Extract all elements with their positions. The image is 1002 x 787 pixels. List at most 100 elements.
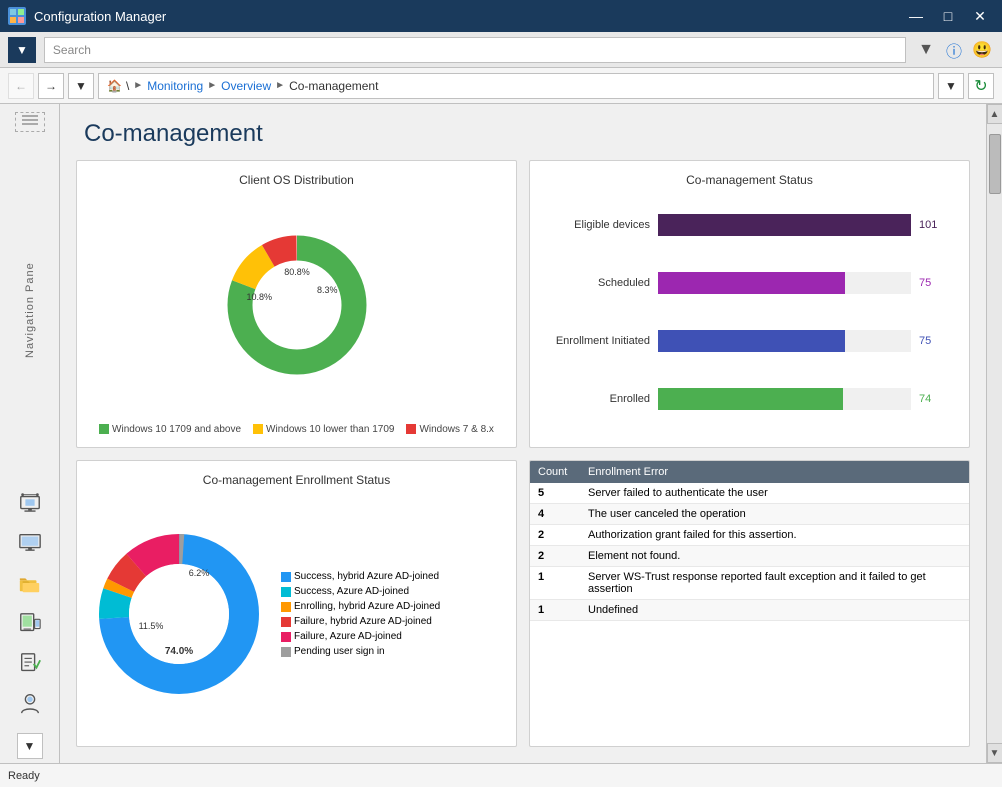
error-cell: Authorization grant failed for this asse… bbox=[580, 524, 969, 545]
client-os-title: Client OS Distribution bbox=[89, 173, 504, 187]
sidebar-scroll-down[interactable]: ▼ bbox=[17, 733, 43, 759]
sidebar-icons bbox=[8, 481, 52, 725]
bar-label: Enrollment Initiated bbox=[550, 335, 650, 347]
maximize-button[interactable]: □ bbox=[934, 6, 962, 26]
error-cell: Undefined bbox=[580, 599, 969, 620]
nav-dropdown-button[interactable]: ▼ bbox=[68, 73, 94, 99]
error-cell: Server WS-Trust response reported fault … bbox=[580, 566, 969, 599]
page-title: Co-management bbox=[60, 104, 986, 160]
minimize-button[interactable]: — bbox=[902, 6, 930, 26]
client-os-donut-svg: 80.8% 8.3% 10.8% bbox=[217, 225, 377, 385]
bar-value: 75 bbox=[919, 277, 949, 289]
bar-value: 74 bbox=[919, 393, 949, 405]
sidebar-label: Navigation Pane bbox=[24, 140, 36, 481]
bar-label: Eligible devices bbox=[550, 219, 650, 231]
title-bar: Configuration Manager — □ ✕ bbox=[0, 0, 1002, 32]
bar-row: Enrollment Initiated75 bbox=[550, 330, 949, 352]
bar-fill bbox=[658, 330, 845, 352]
table-row: 2Element not found. bbox=[530, 545, 969, 566]
sidebar-icon-connections[interactable] bbox=[12, 485, 48, 521]
svg-text:11.5%: 11.5% bbox=[139, 621, 164, 631]
sidebar-icon-folders[interactable] bbox=[12, 565, 48, 601]
comanagement-status-title: Co-management Status bbox=[542, 173, 957, 187]
window-controls: — □ ✕ bbox=[902, 6, 994, 26]
client-os-card: Client OS Distribution 80.8% bbox=[76, 160, 517, 448]
refresh-button[interactable]: ↻ bbox=[968, 73, 994, 99]
enrollment-status-card: Co-management Enrollment Status bbox=[76, 460, 517, 748]
app-menu-arrow: ▼ bbox=[16, 43, 28, 57]
breadcrumb: 🏠 \ ► Monitoring ► Overview ► Co-managem… bbox=[98, 73, 934, 99]
bar-track bbox=[658, 330, 911, 352]
scroll-track bbox=[987, 124, 1002, 743]
breadcrumb-dropdown[interactable]: ▼ bbox=[938, 73, 964, 99]
table-row: 1Undefined bbox=[530, 599, 969, 620]
bar-chart: Eligible devices101 Scheduled 75 Enrollment… bbox=[542, 195, 957, 435]
error-cell: The user canceled the operation bbox=[580, 503, 969, 524]
breadcrumb-root: \ bbox=[126, 79, 129, 93]
search-box[interactable]: Search bbox=[44, 37, 906, 63]
bar-fill bbox=[658, 214, 911, 236]
svg-text:80.8%: 80.8% bbox=[284, 267, 310, 277]
sidebar-handle[interactable] bbox=[15, 112, 45, 132]
count-header: Count bbox=[530, 461, 580, 483]
back-button[interactable]: ← bbox=[8, 73, 34, 99]
comanagement-status-card: Co-management Status Eligible devices101… bbox=[529, 160, 970, 448]
left-sidebar: Navigation Pane bbox=[0, 104, 60, 763]
sidebar-icon-user[interactable] bbox=[12, 685, 48, 721]
breadcrumb-overview[interactable]: Overview bbox=[221, 79, 271, 93]
bar-track bbox=[658, 272, 911, 294]
table-row: 2Authorization grant failed for this ass… bbox=[530, 524, 969, 545]
app-title: Configuration Manager bbox=[34, 9, 166, 24]
right-scrollbar: ▲ ▼ bbox=[986, 104, 1002, 763]
help-icon[interactable]: ⓘ bbox=[942, 38, 966, 62]
forward-button[interactable]: → bbox=[38, 73, 64, 99]
svg-text:8.3%: 8.3% bbox=[317, 285, 338, 295]
nav-bar: ← → ▼ 🏠 \ ► Monitoring ► Overview ► Co-m… bbox=[0, 68, 1002, 104]
bar-row: Eligible devices101 bbox=[550, 214, 949, 236]
table-row: 1Server WS-Trust response reported fault… bbox=[530, 566, 969, 599]
bar-track bbox=[658, 214, 911, 236]
bar-fill bbox=[658, 388, 843, 410]
enrollment-legend: Success, hybrid Azure AD-joined Success,… bbox=[281, 495, 440, 735]
bar-track bbox=[658, 388, 911, 410]
sidebar-icon-tasks[interactable] bbox=[12, 645, 48, 681]
content-area: Co-management Client OS Distribution bbox=[60, 104, 986, 763]
enrollment-donut-svg: 74.0% 11.5% 6.2% bbox=[89, 524, 269, 704]
dashboard: Client OS Distribution 80.8% bbox=[60, 160, 986, 763]
app-menu-dropdown[interactable]: ▼ bbox=[8, 37, 36, 63]
count-cell: 2 bbox=[530, 524, 580, 545]
user-icon[interactable]: 😃 bbox=[970, 38, 994, 62]
close-button[interactable]: ✕ bbox=[966, 6, 994, 26]
error-cell: Server failed to authenticate the user bbox=[580, 483, 969, 504]
sidebar-icon-device[interactable] bbox=[12, 605, 48, 641]
breadcrumb-comanagement: Co-management bbox=[289, 79, 378, 93]
legend-win10-old: Windows 10 lower than 1709 bbox=[253, 424, 394, 435]
error-table: Count Enrollment Error 5Server failed to… bbox=[530, 461, 969, 621]
client-os-donut: 80.8% 8.3% 10.8% bbox=[89, 195, 504, 416]
breadcrumb-monitoring[interactable]: Monitoring bbox=[147, 79, 203, 93]
search-placeholder: Search bbox=[53, 43, 91, 57]
scroll-up-button[interactable]: ▲ bbox=[987, 104, 1002, 124]
bar-label: Scheduled bbox=[550, 277, 650, 289]
sidebar-icon-monitor[interactable] bbox=[12, 525, 48, 561]
error-cell: Element not found. bbox=[580, 545, 969, 566]
menu-bar: ▼ Search ▼ ⓘ 😃 bbox=[0, 32, 1002, 68]
count-cell: 1 bbox=[530, 599, 580, 620]
count-cell: 4 bbox=[530, 503, 580, 524]
scroll-thumb[interactable] bbox=[989, 134, 1001, 194]
table-row: 4The user canceled the operation bbox=[530, 503, 969, 524]
enrollment-error-card: Count Enrollment Error 5Server failed to… bbox=[529, 460, 970, 748]
scroll-down-button[interactable]: ▼ bbox=[987, 743, 1002, 763]
svg-text:10.8%: 10.8% bbox=[246, 292, 272, 302]
svg-text:6.2%: 6.2% bbox=[189, 568, 210, 578]
dropdown-arrow-icon[interactable]: ▼ bbox=[914, 38, 938, 62]
error-header: Enrollment Error bbox=[580, 461, 969, 483]
legend-win7: Windows 7 & 8.x bbox=[406, 424, 493, 435]
count-cell: 5 bbox=[530, 483, 580, 504]
bar-row: Scheduled 75 bbox=[550, 272, 949, 294]
toolbar-icons: ▼ ⓘ 😃 bbox=[914, 38, 994, 62]
status-text: Ready bbox=[8, 770, 40, 782]
bar-fill bbox=[658, 272, 845, 294]
count-cell: 1 bbox=[530, 566, 580, 599]
table-row: 5Server failed to authenticate the user bbox=[530, 483, 969, 504]
